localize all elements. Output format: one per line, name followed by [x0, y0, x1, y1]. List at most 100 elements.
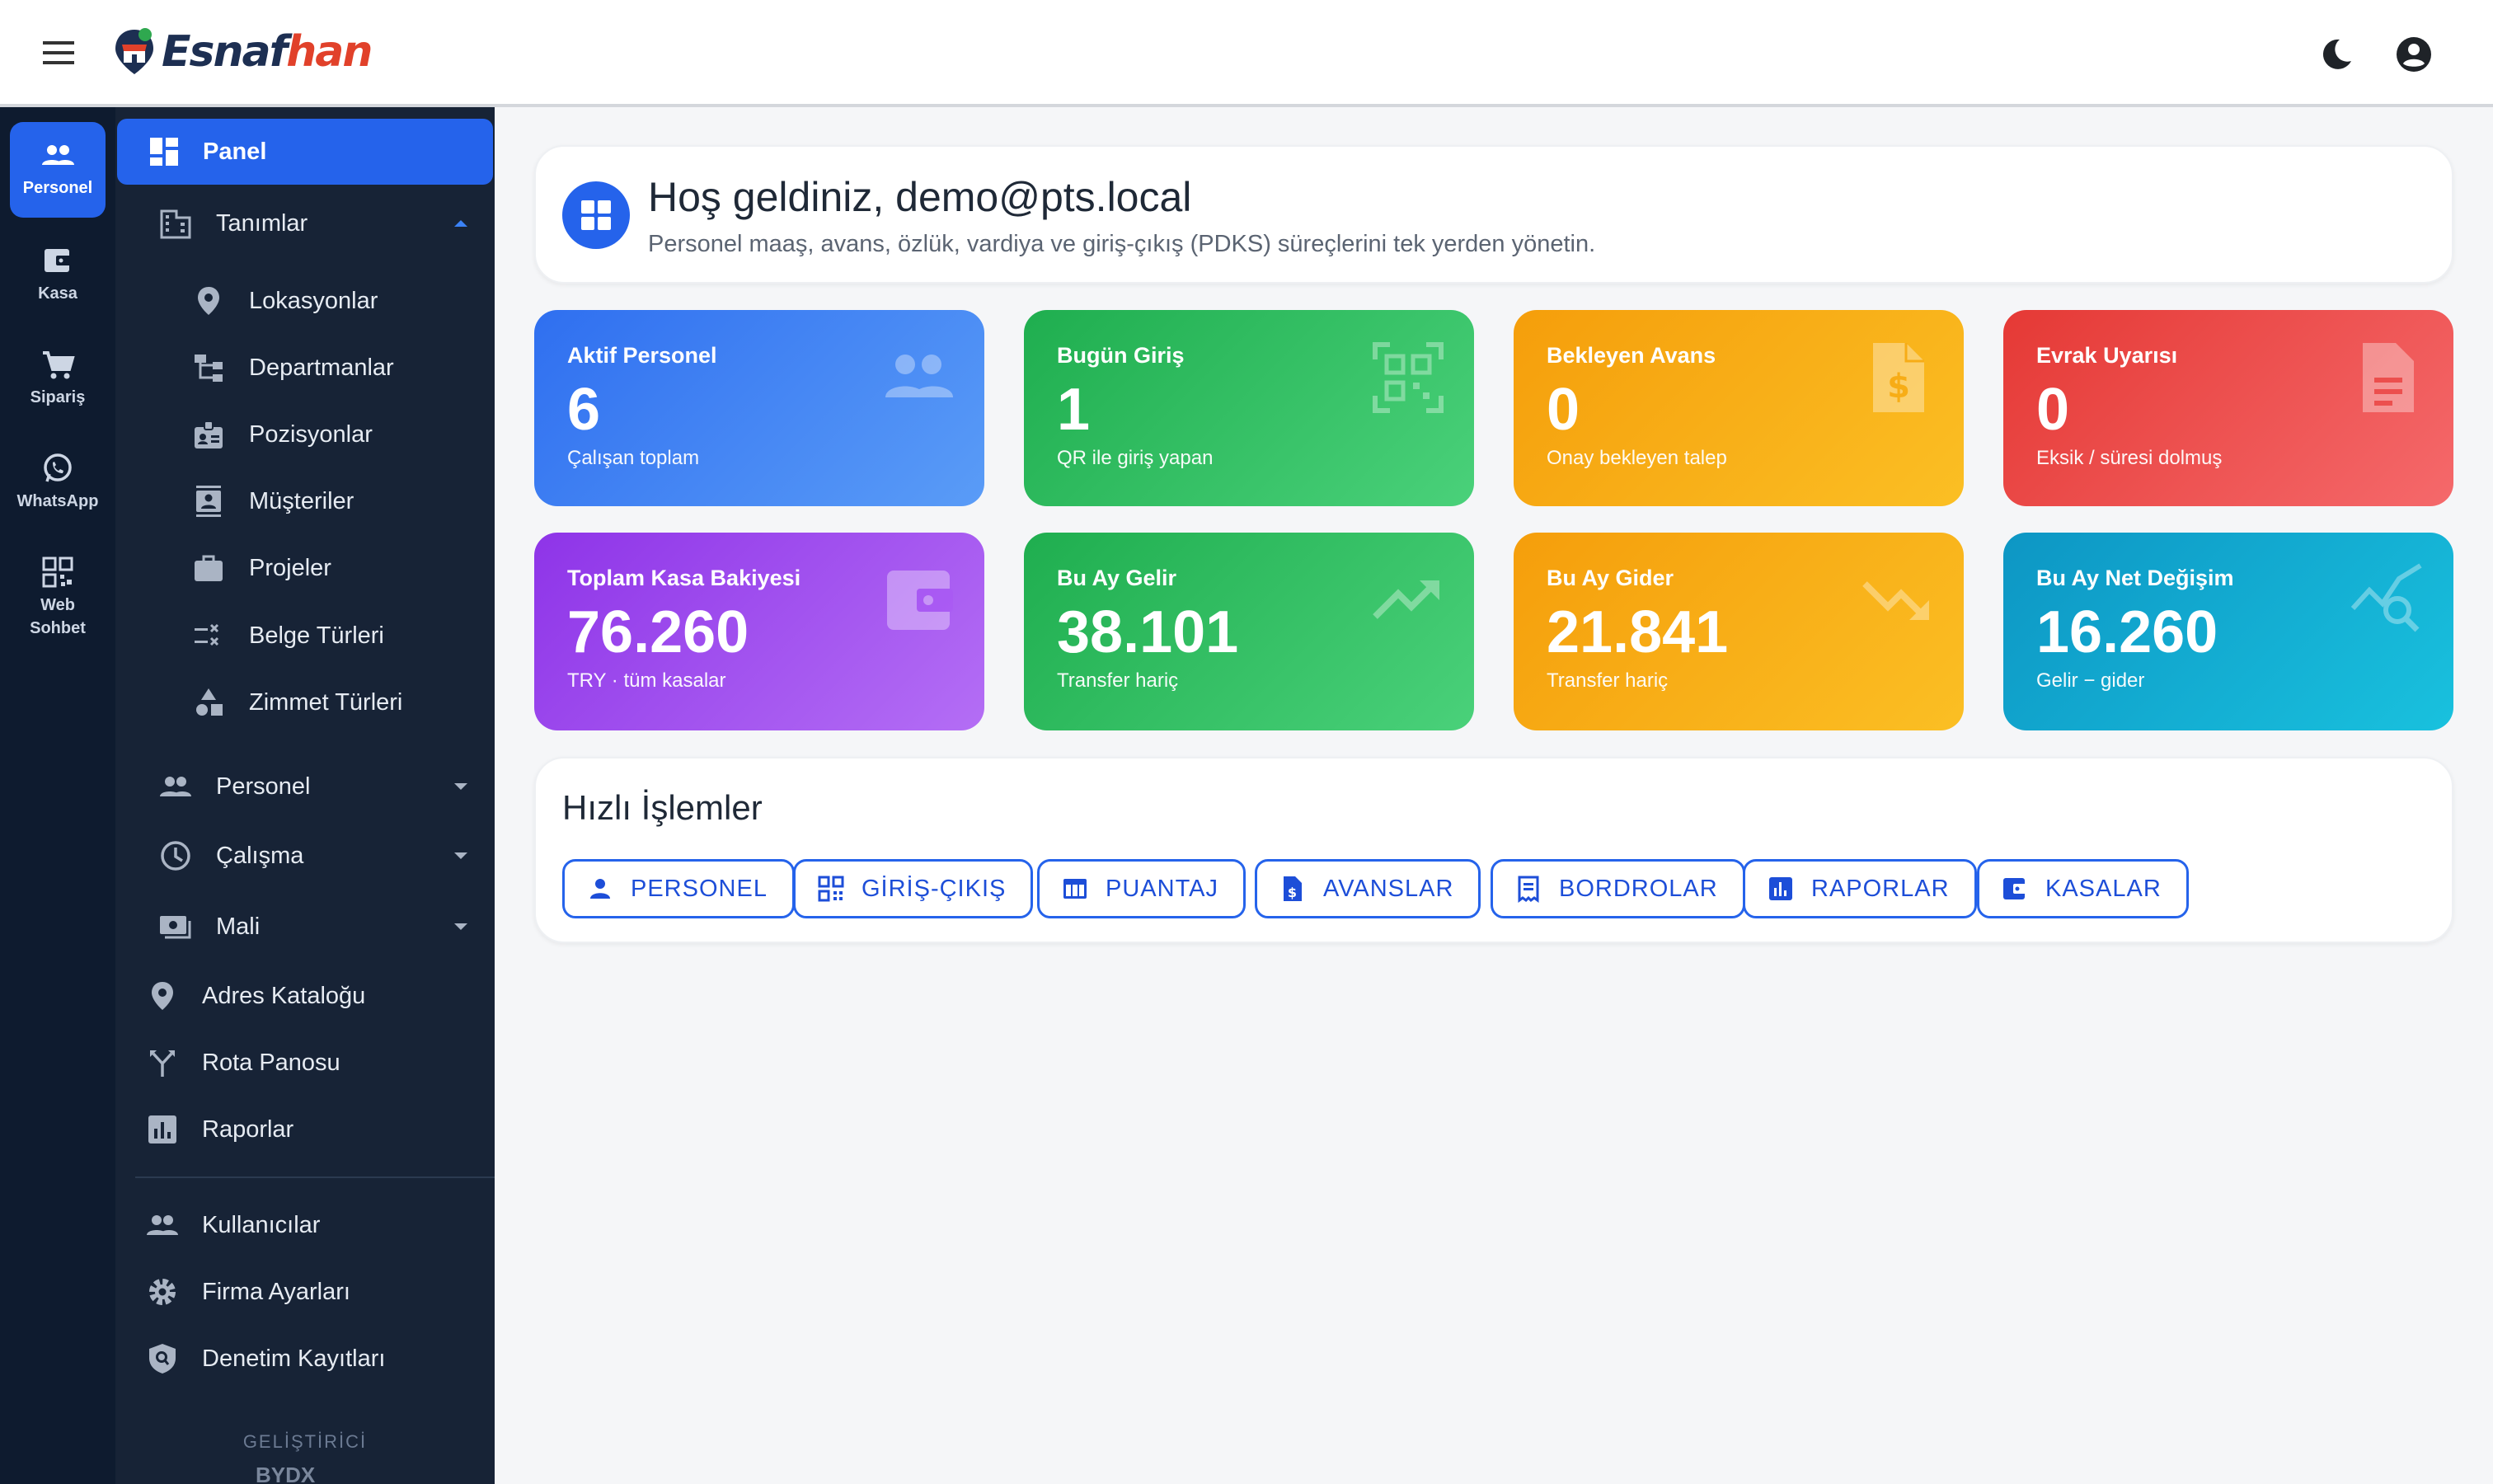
- sidebar-item-kullanicilar[interactable]: Kullanıcılar: [115, 1191, 495, 1259]
- sidebar-item-label: Müşteriler: [249, 487, 354, 514]
- quick-avanslar-button[interactable]: $ AVANSLAR: [1255, 859, 1481, 918]
- sidebar-item-label: Denetim Kayıtları: [202, 1345, 386, 1372]
- bar-chart-icon: [1769, 877, 1792, 900]
- sidebar-item-label: Pozisyonlar: [249, 420, 373, 448]
- sidebar-item-departmanlar[interactable]: Departmanlar: [115, 334, 495, 402]
- sidebar-item-belge-turleri[interactable]: Belge Türleri: [115, 602, 495, 669]
- stat-card-bu-ay-net-degisim[interactable]: Bu Ay Net Değişim 16.260 Gelir − gider: [2003, 533, 2453, 730]
- sidebar-item-label: Belge Türleri: [249, 622, 384, 649]
- sidebar-item-label: Kullanıcılar: [202, 1211, 321, 1238]
- stat-value: 38.101: [1057, 599, 1239, 665]
- stat-title: Bugün Giriş: [1057, 343, 1185, 368]
- quick-button-label: KASALAR: [2045, 875, 2162, 902]
- contacts-icon: [196, 486, 221, 517]
- quick-bordrolar-button[interactable]: BORDROLAR: [1491, 859, 1745, 918]
- sidebar-item-musteriler[interactable]: Müşteriler: [115, 467, 495, 535]
- sidebar-group-mali[interactable]: Mali: [115, 893, 495, 960]
- rail-item-whatsapp[interactable]: WhatsApp: [10, 435, 106, 531]
- stat-card-bu-ay-gelir[interactable]: Bu Ay Gelir 38.101 Transfer hariç: [1024, 533, 1474, 730]
- sidebar-item-denetim-kayitlari[interactable]: Denetim Kayıtları: [115, 1325, 495, 1392]
- sidebar-group-personel[interactable]: Personel: [115, 753, 495, 820]
- sidebar-nav: Panel Tanımlar Lokasyonlar Departmanlar …: [115, 107, 495, 1484]
- sidebar-divider: [135, 1176, 495, 1178]
- welcome-card: Hoş geldiniz, demo@pts.local Personel ma…: [534, 145, 2453, 284]
- shield-search-icon: [149, 1344, 176, 1374]
- quick-personel-button[interactable]: PERSONEL: [562, 859, 795, 918]
- stat-card-evrak-uyarisi[interactable]: Evrak Uyarısı 0 Eksik / süresi dolmuş: [2003, 310, 2453, 506]
- stat-value: 0: [1547, 377, 1580, 443]
- brand-logo[interactable]: Esnafhan: [112, 23, 373, 81]
- sidebar-item-raporlar[interactable]: Raporlar: [115, 1096, 495, 1163]
- wallet-icon: [2003, 878, 2026, 899]
- quick-puantaj-button[interactable]: PUANTAJ: [1037, 859, 1246, 918]
- sidebar-group-label: Çalışma: [216, 842, 304, 869]
- stat-value: 76.260: [567, 599, 749, 665]
- stat-card-bugun-giris[interactable]: Bugün Giriş 1 QR ile giriş yapan: [1024, 310, 1474, 506]
- stat-value: 16.260: [2036, 599, 2218, 665]
- qr-chat-icon: [42, 556, 73, 588]
- sidebar-item-firma-ayarlari[interactable]: Firma Ayarları: [115, 1258, 495, 1326]
- quick-actions-card: Hızlı İşlemler PERSONEL GİRİŞ-ÇIKIŞ PUAN…: [534, 757, 2453, 943]
- stat-subtitle: Transfer hariç: [1057, 669, 1179, 692]
- brand-name-part2: han: [286, 27, 373, 77]
- wallet-icon: [887, 571, 953, 630]
- stat-title: Bu Ay Gelir: [1057, 566, 1177, 590]
- stat-subtitle: Onay bekleyen talep: [1547, 447, 1727, 469]
- category-icon: [196, 688, 223, 716]
- quick-raporlar-button[interactable]: RAPORLAR: [1743, 859, 1977, 918]
- stat-card-bu-ay-gider[interactable]: Bu Ay Gider 21.841 Transfer hariç: [1514, 533, 1964, 730]
- sidebar-item-label: Adres Kataloğu: [202, 982, 366, 1009]
- sidebar-item-lokasyonlar[interactable]: Lokasyonlar: [115, 267, 495, 335]
- sidebar-item-panel[interactable]: Panel: [117, 119, 493, 185]
- money-file-icon: $: [1873, 343, 1924, 412]
- rail-item-web-sohbet[interactable]: Web Sohbet: [10, 539, 106, 655]
- sidebar-item-label: Firma Ayarları: [202, 1278, 350, 1305]
- sidebar-item-rota-panosu[interactable]: Rota Panosu: [115, 1029, 495, 1097]
- sidebar-item-adres-katalogu[interactable]: Adres Kataloğu: [115, 962, 495, 1030]
- svg-text:$: $: [1887, 368, 1910, 406]
- moon-icon[interactable]: [2315, 33, 2358, 76]
- quick-actions-title: Hızlı İşlemler: [562, 788, 763, 827]
- quick-giris-cikis-button[interactable]: GİRİŞ-ÇIKIŞ: [793, 859, 1034, 918]
- welcome-subtitle: Personel maaş, avans, özlük, vardiya ve …: [648, 231, 1596, 257]
- rail-item-label: Personel: [22, 179, 93, 197]
- building-icon: [160, 209, 191, 239]
- people-icon: [42, 145, 74, 165]
- sidebar-item-label: Panel: [203, 138, 267, 165]
- stat-subtitle: Gelir − gider: [2036, 669, 2145, 692]
- hamburger-icon[interactable]: [40, 36, 77, 69]
- stat-title: Toplam Kasa Bakiyesi: [567, 566, 801, 590]
- sidebar-group-calisma[interactable]: Çalışma: [115, 822, 495, 890]
- money-file-icon: $: [1284, 876, 1302, 901]
- top-app-bar: Esnafhan: [0, 0, 2493, 107]
- location-pin-icon: [198, 287, 219, 315]
- quick-kasalar-button[interactable]: KASALAR: [1977, 859, 2189, 918]
- receipt-icon: [1518, 876, 1539, 903]
- account-circle-icon[interactable]: [2392, 33, 2435, 76]
- briefcase-icon: [195, 555, 223, 581]
- stat-card-aktif-personel[interactable]: Aktif Personel 6 Çalışan toplam: [534, 310, 984, 506]
- people-icon: [885, 355, 953, 397]
- rail-item-kasa[interactable]: Kasa: [10, 228, 106, 323]
- dashboard-icon: [562, 181, 630, 249]
- sidebar-group-label: Personel: [216, 773, 311, 800]
- sidebar-group-tanimlar[interactable]: Tanımlar: [115, 190, 495, 257]
- chevron-up-icon: [454, 220, 467, 227]
- quick-button-label: BORDROLAR: [1559, 875, 1718, 902]
- sidebar-item-pozisyonlar[interactable]: Pozisyonlar: [115, 401, 495, 468]
- welcome-title: Hoş geldiniz, demo@pts.local: [648, 174, 1192, 220]
- badge-icon: [195, 420, 223, 448]
- stat-card-toplam-kasa[interactable]: Toplam Kasa Bakiyesi 76.260 TRY · tüm ka…: [534, 533, 984, 730]
- sidebar-item-projeler[interactable]: Projeler: [115, 534, 495, 602]
- rail-item-personel[interactable]: Personel: [10, 122, 106, 218]
- payments-icon: [160, 916, 191, 939]
- quick-button-label: RAPORLAR: [1811, 875, 1950, 902]
- sidebar-item-zimmet-turleri[interactable]: Zimmet Türleri: [115, 669, 495, 736]
- whatsapp-icon: [44, 453, 72, 482]
- sidebar-item-label: Raporlar: [202, 1115, 294, 1143]
- rail-item-siparis[interactable]: Sipariş: [10, 331, 106, 427]
- stat-title: Evrak Uyarısı: [2036, 343, 2178, 368]
- sidebar-item-label: Rota Panosu: [202, 1049, 340, 1076]
- stat-card-bekleyen-avans[interactable]: Bekleyen Avans 0 Onay bekleyen talep $: [1514, 310, 1964, 506]
- developer-logo-text: BYDX: [256, 1463, 316, 1484]
